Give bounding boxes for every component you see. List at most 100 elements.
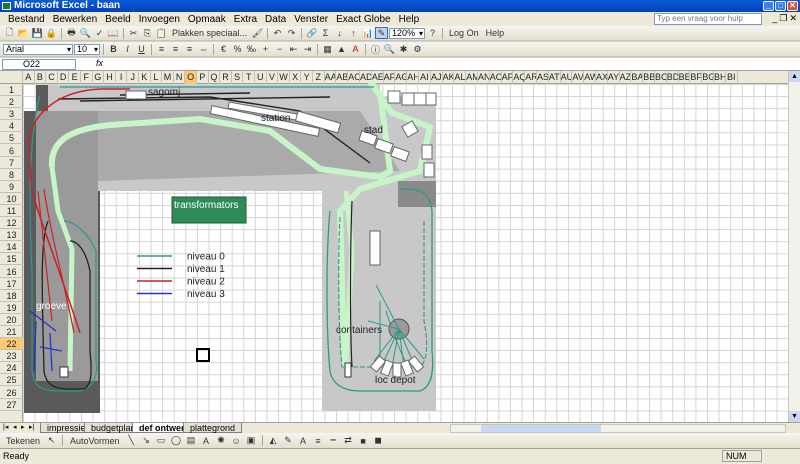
doc-close-button[interactable]: ✕: [789, 13, 797, 24]
zoom-select[interactable]: 120%: [389, 27, 426, 39]
align-center-icon[interactable]: ≡: [169, 43, 182, 55]
menu-beeld[interactable]: Beeld: [101, 14, 135, 25]
fill-color-draw-icon[interactable]: ◭: [267, 435, 280, 447]
doc-restore-button[interactable]: ❐: [779, 13, 787, 24]
wordart-icon[interactable]: A: [200, 435, 213, 447]
shadow-icon[interactable]: ■: [357, 435, 370, 447]
horizontal-scrollbar[interactable]: [450, 424, 786, 433]
decrease-indent-icon[interactable]: ⇤: [287, 43, 300, 55]
sort-desc-icon[interactable]: ↑: [347, 27, 360, 39]
research-icon[interactable]: 📖: [107, 27, 120, 39]
worksheet[interactable]: A B C D E F G H I J K L M N O P Q R S T U V W X Y Z AA AB AC AD AE AF AG…: [0, 71, 800, 422]
vertical-scrollbar[interactable]: ▲ ▼: [788, 71, 800, 422]
menu-extra[interactable]: Extra: [230, 14, 261, 25]
menu-exact-globe[interactable]: Exact Globe: [332, 14, 394, 25]
permission-icon[interactable]: 🔒: [45, 27, 58, 39]
cut-icon[interactable]: ✂: [127, 27, 140, 39]
menu-data[interactable]: Data: [261, 14, 290, 25]
print-preview-icon[interactable]: 🔍: [79, 27, 92, 39]
oval-icon[interactable]: ◯: [170, 435, 183, 447]
tab-first-icon[interactable]: |◂: [3, 423, 8, 431]
scroll-thumb[interactable]: [481, 425, 601, 432]
align-right-icon[interactable]: ≡: [183, 43, 196, 55]
name-box[interactable]: O22: [2, 59, 76, 70]
save-icon[interactable]: 💾: [31, 27, 44, 39]
menu-venster[interactable]: Venster: [290, 14, 332, 25]
picture-icon[interactable]: ▣: [245, 435, 258, 447]
doc-minimize-button[interactable]: _: [772, 13, 777, 24]
hyperlink-icon[interactable]: 🔗: [305, 27, 318, 39]
increase-indent-icon[interactable]: ⇥: [301, 43, 314, 55]
font-size-select[interactable]: 10: [74, 43, 100, 55]
align-left-icon[interactable]: ≡: [155, 43, 168, 55]
sort-asc-icon[interactable]: ↓: [333, 27, 346, 39]
track-layout-drawing[interactable]: sagomj station stad transformators groev…: [0, 71, 800, 422]
fill-color-icon[interactable]: ▲: [335, 43, 348, 55]
groeve-marker: [59, 366, 69, 378]
drawing-icon[interactable]: ✎: [375, 27, 389, 39]
clipart-icon[interactable]: ☺: [230, 435, 243, 447]
tool-icon[interactable]: ⚙: [411, 43, 424, 55]
line-icon[interactable]: ╲: [125, 435, 138, 447]
merge-center-icon[interactable]: ⇔: [197, 43, 210, 55]
redo-icon[interactable]: ↷: [285, 27, 298, 39]
thousands-icon[interactable]: ‰: [245, 43, 258, 55]
underline-icon[interactable]: U: [135, 43, 148, 55]
menu-invoegen[interactable]: Invoegen: [135, 14, 184, 25]
3d-icon[interactable]: ◼: [372, 435, 385, 447]
rectangle-icon[interactable]: ▭: [155, 435, 168, 447]
bold-icon[interactable]: B: [107, 43, 120, 55]
paste-icon[interactable]: 📋: [155, 27, 168, 39]
select-objects-icon[interactable]: ↖: [45, 435, 58, 447]
dash-style-icon[interactable]: ┅: [327, 435, 340, 447]
spelling-icon[interactable]: ✓: [93, 27, 106, 39]
font-color-draw-icon[interactable]: A: [297, 435, 310, 447]
tab-plattegrond[interactable]: plattegrond: [183, 423, 243, 433]
autovormen-menu[interactable]: AutoVormen: [67, 435, 123, 447]
undo-icon[interactable]: ↶: [271, 27, 284, 39]
menu-help[interactable]: Help: [395, 14, 424, 25]
print-icon[interactable]: 🖶: [65, 27, 78, 39]
textbox-icon[interactable]: ▤: [185, 435, 198, 447]
tekenen-menu[interactable]: Tekenen: [3, 435, 43, 447]
scroll-down-arrow[interactable]: ▼: [789, 411, 800, 422]
fx-icon[interactable]: fx: [96, 58, 103, 68]
help-icon[interactable]: ?: [426, 27, 439, 39]
maximize-button[interactable]: □: [775, 1, 786, 11]
font-select[interactable]: Arial: [3, 43, 73, 55]
format-painter-icon[interactable]: 🖌: [251, 27, 264, 39]
close-button[interactable]: ✕: [787, 1, 798, 11]
paste-special-button[interactable]: Plakken speciaal...: [169, 27, 250, 39]
percent-icon[interactable]: %: [231, 43, 244, 55]
info-icon[interactable]: ⓘ: [369, 43, 382, 55]
line-style-icon[interactable]: ≡: [312, 435, 325, 447]
arrow-style-icon[interactable]: ⇄: [342, 435, 355, 447]
macro-icon[interactable]: ✱: [397, 43, 410, 55]
currency-icon[interactable]: €: [217, 43, 230, 55]
borders-icon[interactable]: ▦: [321, 43, 334, 55]
autosum-icon[interactable]: Σ: [319, 27, 332, 39]
help-button[interactable]: Help: [483, 27, 508, 39]
decrease-decimal-icon[interactable]: −: [273, 43, 286, 55]
copy-icon[interactable]: ⎘: [141, 27, 154, 39]
font-color-icon[interactable]: A: [349, 43, 362, 55]
logon-button[interactable]: Log On: [446, 27, 482, 39]
zoom-icon[interactable]: 🔍: [383, 43, 396, 55]
tab-last-icon[interactable]: ▸|: [29, 423, 34, 431]
menu-bewerken[interactable]: Bewerken: [49, 14, 101, 25]
tab-next-icon[interactable]: ▸: [21, 423, 25, 431]
tab-prev-icon[interactable]: ◂: [13, 423, 17, 431]
italic-icon[interactable]: I: [121, 43, 134, 55]
minimize-button[interactable]: _: [763, 1, 774, 11]
scroll-up-arrow[interactable]: ▲: [789, 71, 800, 82]
open-icon[interactable]: 📂: [17, 27, 30, 39]
menu-opmaak[interactable]: Opmaak: [184, 14, 230, 25]
increase-decimal-icon[interactable]: +: [259, 43, 272, 55]
diagram-icon[interactable]: ✺: [215, 435, 228, 447]
help-search-input[interactable]: Typ een vraag voor hulp: [654, 13, 762, 25]
menu-bestand[interactable]: Bestand: [4, 14, 49, 25]
chart-wizard-icon[interactable]: 📊: [361, 27, 374, 39]
line-color-icon[interactable]: ✎: [282, 435, 295, 447]
arrow-icon[interactable]: ↘: [140, 435, 153, 447]
new-icon[interactable]: 🗋: [3, 27, 16, 39]
